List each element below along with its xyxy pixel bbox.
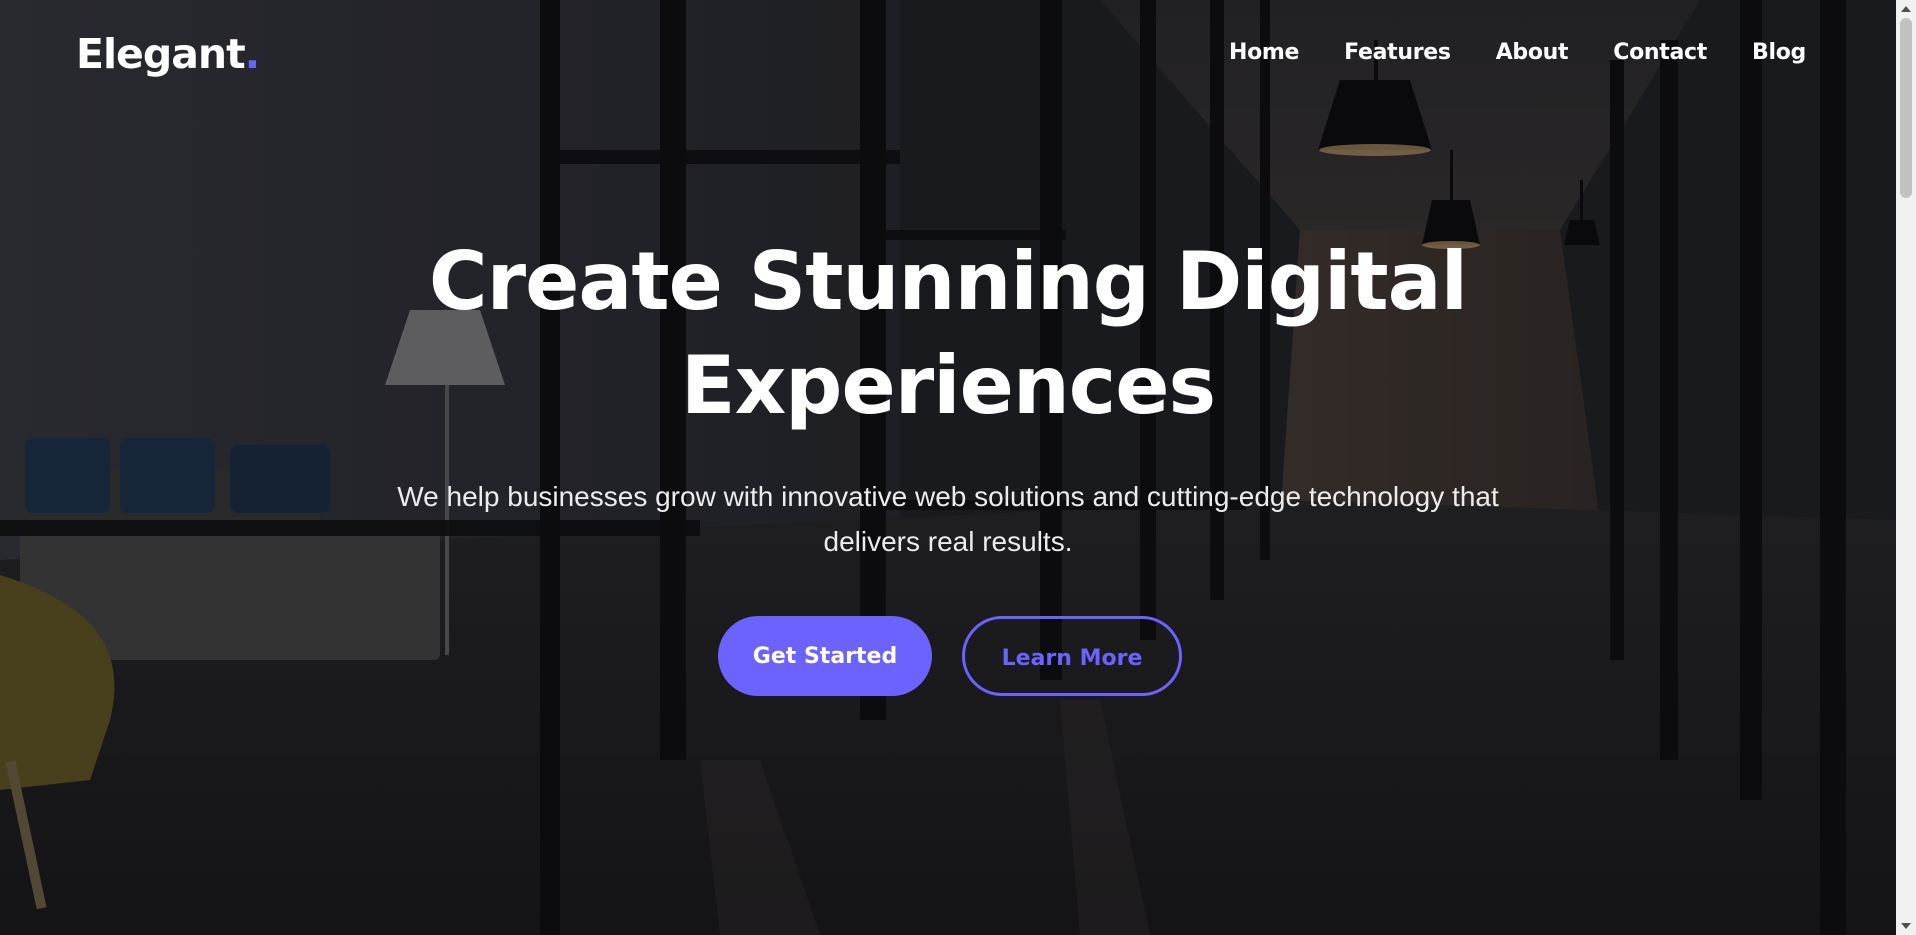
nav-link-features[interactable]: Features xyxy=(1344,40,1451,65)
page-scrollbar[interactable] xyxy=(1896,0,1916,935)
nav-link-about[interactable]: About xyxy=(1496,40,1569,65)
nav-link-contact[interactable]: Contact xyxy=(1613,40,1707,65)
hero-title-line1: Create Stunning Digital xyxy=(428,235,1468,328)
nav-link-home[interactable]: Home xyxy=(1229,40,1299,65)
scroll-down-arrow-icon[interactable] xyxy=(1901,923,1911,929)
hero-section: Create Stunning Digital Experiences We h… xyxy=(0,230,1896,696)
hero-title: Create Stunning Digital Experiences xyxy=(398,230,1498,438)
hero-subtitle-line1: We help businesses grow with innovative … xyxy=(397,481,1499,512)
scrollbar-thumb[interactable] xyxy=(1900,18,1912,198)
hero-subtitle-line2: delivers real results. xyxy=(823,526,1073,557)
get-started-button[interactable]: Get Started xyxy=(718,616,932,696)
learn-more-button[interactable]: Learn More xyxy=(962,616,1182,696)
hero-subtitle: We help businesses grow with innovative … xyxy=(368,474,1528,564)
hero-title-line2: Experiences xyxy=(680,339,1216,432)
hero-buttons: Get Started Learn More xyxy=(0,616,1896,696)
brand-dot: . xyxy=(244,30,261,78)
brand-name: Elegant xyxy=(76,30,246,78)
nav-link-blog[interactable]: Blog xyxy=(1752,40,1806,65)
brand-logo[interactable]: Elegant. xyxy=(76,30,261,78)
nav-links: Home Features About Contact Blog xyxy=(1229,40,1806,65)
scroll-up-arrow-icon[interactable] xyxy=(1901,6,1911,12)
landing-page: Elegant. Home Features About Contact Blo… xyxy=(0,0,1916,935)
navbar: Elegant. Home Features About Contact Blo… xyxy=(0,0,1896,112)
